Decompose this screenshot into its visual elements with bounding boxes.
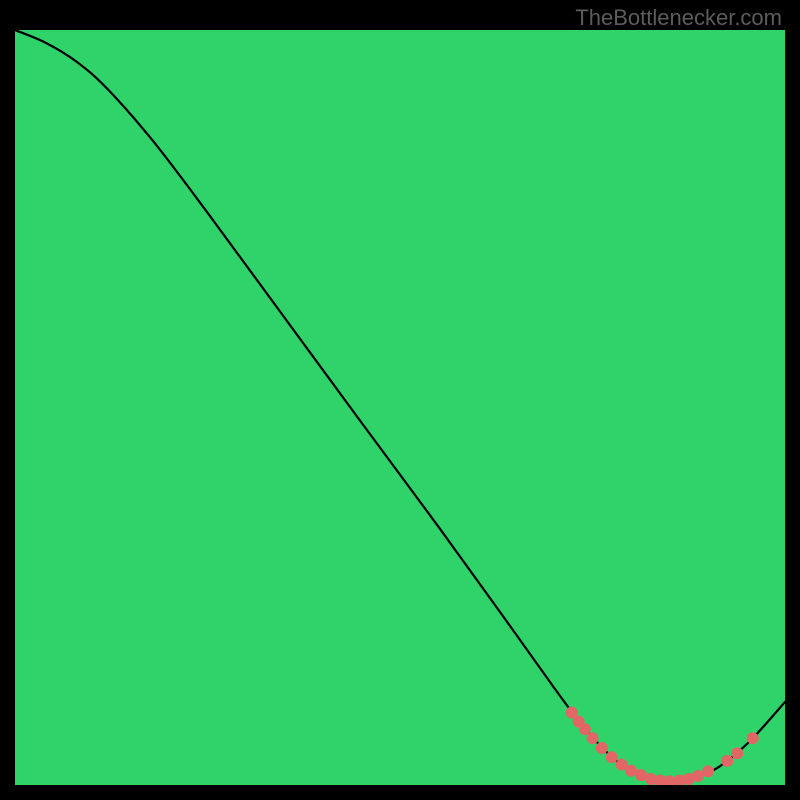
data-marker <box>587 732 599 744</box>
watermark-label: TheBottlenecker.com <box>575 5 782 31</box>
data-marker <box>702 765 714 777</box>
data-marker <box>731 747 743 759</box>
gradient-background <box>15 30 785 785</box>
chart-svg <box>15 30 785 785</box>
plot-area <box>15 30 785 785</box>
chart-frame: TheBottlenecker.com <box>0 0 800 800</box>
data-marker <box>721 755 733 767</box>
data-marker <box>747 732 759 744</box>
data-marker <box>606 751 618 763</box>
data-marker <box>596 742 608 754</box>
